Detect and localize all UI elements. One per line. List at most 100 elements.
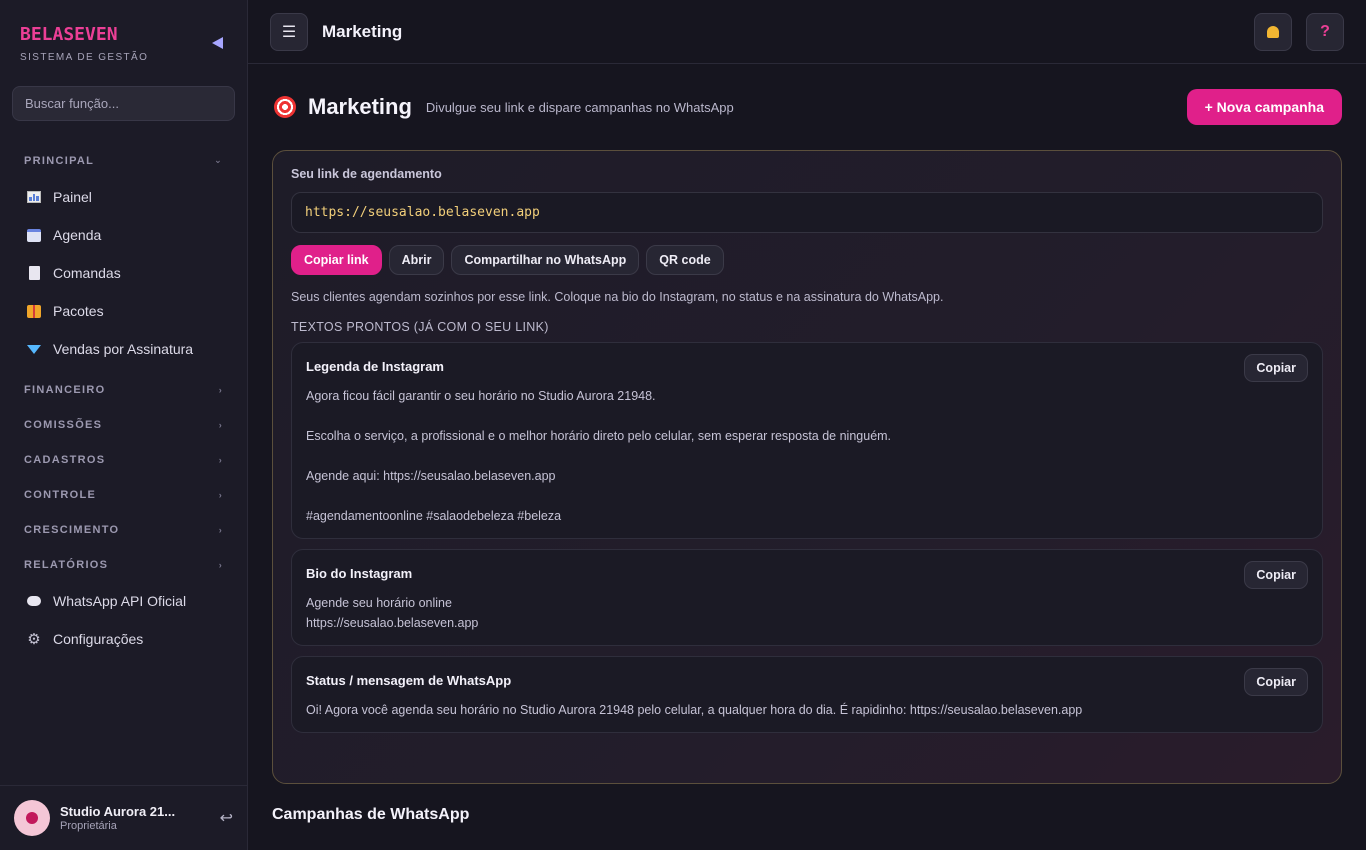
campaigns-title: Campanhas de WhatsApp [272,806,470,823]
search-input[interactable] [12,86,235,121]
chevron-right-icon: › [218,419,223,430]
user-meta: Studio Aurora 21... Proprietária [60,804,220,832]
section-label: CADASTROS [24,453,106,466]
menu-icon: ☰ [281,23,297,41]
sidebar-item-whatsapp[interactable]: WhatsApp API Oficial [0,582,247,620]
template-title: Bio do Instagram [306,566,413,581]
speech-bubble-icon [25,593,43,609]
sidebar-item-label: Vendas por Assinatura [53,341,194,357]
gear-icon: ⚙ [27,630,41,648]
sidebar-item-agenda[interactable]: Agenda [0,216,247,254]
user-role: Proprietária [60,820,117,832]
logout-icon[interactable]: ↩ [220,808,233,828]
target-icon [274,96,296,118]
sidebar-item-comandas[interactable]: Comandas [0,254,247,292]
template-whatsapp-status: Status / mensagem de WhatsApp Copiar Oi!… [291,656,1323,733]
section-label: COMISSÕES [24,418,103,431]
page-header: Marketing Divulgue seu link e dispare ca… [272,64,1342,150]
section-controle[interactable]: CONTROLE › [0,477,247,512]
template-line: https://seusalao.belaseven.app [306,616,479,630]
template-instagram-bio: Bio do Instagram Copiar Agende seu horár… [291,549,1323,646]
chevron-up-icon: ⌄ [214,155,223,165]
section-label: FINANCEIRO [24,383,106,396]
template-line: Escolha o serviço, a profissional e o me… [306,429,892,443]
chevron-right-icon: › [218,559,223,570]
bell-icon [1267,25,1279,38]
chevron-right-icon: › [218,489,223,500]
template-title: Legenda de Instagram [306,359,444,374]
brand-subtitle: SISTEMA DE GESTÃO [20,52,149,63]
section-comissoes[interactable]: COMISSÕES › [0,407,247,442]
qr-code-button[interactable]: QR code [646,245,724,275]
sidebar-item-label: Pacotes [53,303,104,319]
booking-link-card: Seu link de agendamento https://seusalao… [272,150,1342,784]
open-link-button[interactable]: Abrir [388,245,445,275]
templates-label: TEXTOS PRONTOS (JÁ COM O SEU LINK) [291,320,549,334]
chevron-right-icon: › [218,524,223,535]
copy-status-button[interactable]: Copiar [1244,668,1308,696]
template-body: Oi! Agora você agenda seu horário no Stu… [306,700,1308,720]
user-name: Studio Aurora 21... [60,804,176,819]
calendar-icon [25,227,43,243]
share-whatsapp-button[interactable]: Compartilhar no WhatsApp [451,245,640,275]
chart-icon [25,189,43,205]
section-principal[interactable]: PRINCIPAL ⌄ [0,143,247,178]
notifications-button[interactable] [1254,12,1292,51]
section-crescimento[interactable]: CRESCIMENTO › [0,512,247,547]
booking-link-label: Seu link de agendamento [291,167,442,181]
topbar-title: Marketing [322,21,403,41]
content: Marketing Divulgue seu link e dispare ca… [248,64,1366,824]
chevron-right-icon: › [218,384,223,395]
template-line: Agende seu horário online [306,596,452,610]
main: ☰ Marketing ? Marketing Divulgue seu lin… [248,0,1366,850]
sidebar-item-label: Configurações [53,631,144,647]
template-body: Agora ficou fácil garantir o seu horário… [306,386,1308,526]
page-subtitle: Divulgue seu link e dispare campanhas no… [425,99,734,115]
template-line: Oi! Agora você agenda seu horário no Stu… [306,703,1083,717]
sidebar: BELASEVEN SISTEMA DE GESTÃO PRINCIPAL ⌄ … [0,0,248,850]
template-line: Agora ficou fácil garantir o seu horário… [306,389,656,403]
new-campaign-button[interactable]: + Nova campanha [1186,89,1342,125]
section-label: PRINCIPAL [24,154,95,167]
sidebar-item-painel[interactable]: Painel [0,178,247,216]
copy-link-button[interactable]: Copiar link [291,245,382,275]
sidebar-item-label: WhatsApp API Oficial [53,593,187,609]
document-icon [25,265,43,281]
sidebar-item-label: Agenda [53,227,102,243]
section-cadastros[interactable]: CADASTROS › [0,442,247,477]
copy-bio-button[interactable]: Copiar [1244,561,1308,589]
page-title: Marketing [308,94,412,119]
menu-button[interactable]: ☰ [270,12,308,51]
template-body: Agende seu horário online https://seusal… [306,593,1308,633]
template-instagram-caption: Legenda de Instagram Copiar Agora ficou … [291,342,1323,539]
template-title: Status / mensagem de WhatsApp [306,673,512,688]
brand: BELASEVEN SISTEMA DE GESTÃO [0,0,247,66]
collapse-icon[interactable] [212,37,223,49]
help-icon: ? [1320,22,1330,40]
gift-icon [25,303,43,319]
sidebar-item-pacotes[interactable]: Pacotes [0,292,247,330]
link-actions: Copiar link Abrir Compartilhar no WhatsA… [291,245,1323,275]
sidebar-item-label: Comandas [53,265,121,281]
template-line: Agende aqui: https://seusalao.belaseven.… [306,469,556,483]
section-label: CRESCIMENTO [24,523,120,536]
link-hint: Seus clientes agendam sozinhos por esse … [291,290,944,304]
sidebar-nav: PRINCIPAL ⌄ Painel Agenda Comandas Pacot… [0,143,247,658]
section-label: CONTROLE [24,488,97,501]
gem-icon [25,341,43,357]
avatar[interactable] [14,800,50,836]
topbar: ☰ Marketing ? [248,0,1366,64]
sidebar-item-label: Painel [53,189,92,205]
copy-caption-button[interactable]: Copiar [1244,354,1308,382]
user-panel: Studio Aurora 21... Proprietária ↩ [0,785,247,850]
booking-link-field[interactable]: https://seusalao.belaseven.app [291,192,1323,233]
section-label: RELATÓRIOS [24,558,109,571]
sidebar-item-configuracoes[interactable]: ⚙ Configurações [0,620,247,658]
app: BELASEVEN SISTEMA DE GESTÃO PRINCIPAL ⌄ … [0,0,1366,850]
section-financeiro[interactable]: FINANCEIRO › [0,372,247,407]
section-relatorios[interactable]: RELATÓRIOS › [0,547,247,582]
help-button[interactable]: ? [1306,12,1344,51]
template-line: #agendamentoonline #salaodebeleza #belez… [306,509,562,523]
sidebar-item-vendas[interactable]: Vendas por Assinatura [0,330,247,368]
top-actions: ? [1254,12,1344,51]
